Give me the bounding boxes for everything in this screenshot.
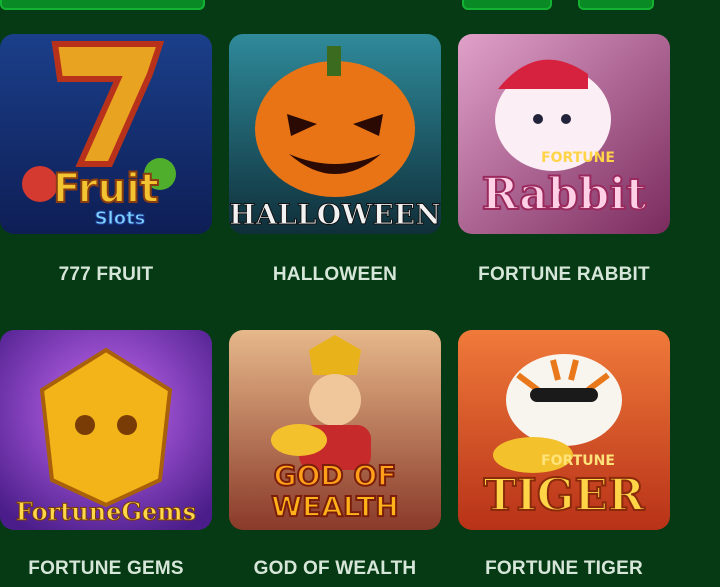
art-subtitle: WEALTH bbox=[271, 490, 398, 523]
game-title[interactable]: FORTUNE RABBIT bbox=[458, 264, 670, 286]
art-title: HALLOWEEN bbox=[229, 198, 441, 231]
game-card-halloween[interactable]: HALLOWEEN HALLOWEEN bbox=[229, 34, 441, 285]
game-title[interactable]: 777 FRUIT bbox=[0, 264, 212, 286]
game-card-fortune-tiger[interactable]: FORTUNE TIGER FORTUNE TIGER bbox=[458, 330, 670, 579]
fortune-gems-art: FortuneGems bbox=[0, 330, 212, 530]
game-title[interactable]: GOD OF WEALTH bbox=[229, 558, 441, 580]
art-title: GOD OF bbox=[274, 459, 397, 492]
game-card-fortune-rabbit[interactable]: FORTUNE Rabbit FORTUNE RABBIT bbox=[458, 34, 670, 285]
nav-button-left[interactable] bbox=[0, 0, 205, 10]
art-subtitle: FORTUNE bbox=[541, 453, 615, 469]
game-thumbnail[interactable]: HALLOWEEN bbox=[229, 34, 441, 234]
game-card-777-fruit[interactable]: Fruit Slots 777 FRUIT bbox=[0, 34, 212, 285]
fruit-slots-art: Fruit Slots bbox=[0, 34, 212, 234]
art-subtitle: Slots bbox=[95, 208, 146, 229]
nav-button-right[interactable] bbox=[578, 0, 654, 10]
fortune-tiger-art: FORTUNE TIGER bbox=[458, 330, 670, 530]
art-subtitle: FORTUNE bbox=[541, 150, 615, 166]
top-nav-bar bbox=[0, 0, 720, 14]
game-thumbnail[interactable]: FORTUNE Rabbit bbox=[458, 34, 670, 234]
game-thumbnail[interactable]: FORTUNE TIGER bbox=[458, 330, 670, 530]
game-title[interactable]: HALLOWEEN bbox=[229, 264, 441, 286]
art-title: TIGER bbox=[483, 470, 644, 521]
game-card-god-of-wealth[interactable]: GOD OF WEALTH GOD OF WEALTH bbox=[229, 330, 441, 579]
game-card-fortune-gems[interactable]: FortuneGems FORTUNE GEMS bbox=[0, 330, 212, 579]
game-thumbnail[interactable]: GOD OF WEALTH bbox=[229, 330, 441, 530]
nav-button-middle[interactable] bbox=[462, 0, 552, 10]
game-title[interactable]: FORTUNE GEMS bbox=[0, 558, 212, 580]
art-title: Rabbit bbox=[482, 169, 647, 220]
game-thumbnail[interactable]: FortuneGems bbox=[0, 330, 212, 530]
art-title: FortuneGems bbox=[16, 497, 196, 526]
fortune-rabbit-art: FORTUNE Rabbit bbox=[458, 34, 670, 234]
halloween-art: HALLOWEEN bbox=[229, 34, 441, 234]
god-of-wealth-art: GOD OF WEALTH bbox=[229, 330, 441, 530]
art-title: Fruit bbox=[53, 166, 159, 212]
game-title[interactable]: FORTUNE TIGER bbox=[458, 558, 670, 580]
game-thumbnail[interactable]: Fruit Slots bbox=[0, 34, 212, 234]
